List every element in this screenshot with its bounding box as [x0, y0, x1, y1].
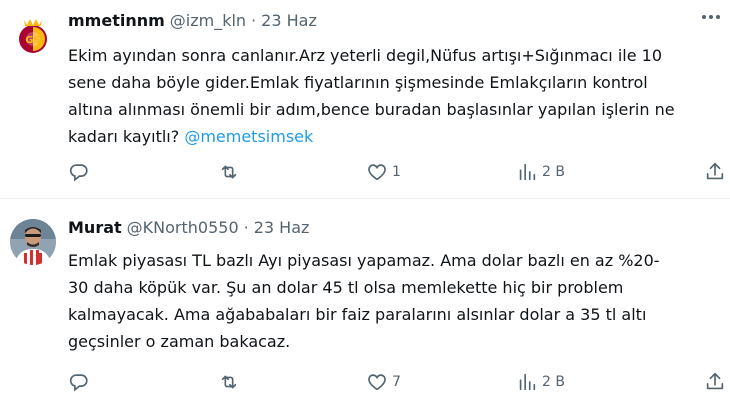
- tweet-text-line: Emlak piyasası TL bazlı Ayı piyasası yap…: [68, 251, 660, 270]
- tweet[interactable]: GS mmetinnm @izm_kln · 23 Haz Ekim ayınd…: [0, 0, 730, 198]
- views-icon: [519, 373, 536, 391]
- tweet-text-line: kalmayacak. Ama ağababaları bir faiz par…: [68, 305, 647, 324]
- like-count: 1: [392, 164, 401, 180]
- tweet-text: Ekim ayından sonra canlanır.Arz yeterli …: [68, 42, 720, 150]
- like-button[interactable]: 1: [366, 161, 401, 183]
- like-icon: [368, 164, 386, 181]
- views-button[interactable]: 2 B: [516, 371, 565, 393]
- tweet-text-line: geçsinler o zaman bakacaz.: [68, 332, 291, 351]
- avatar[interactable]: GS: [10, 12, 56, 58]
- avatar[interactable]: [10, 219, 56, 265]
- tweet-text-line: altına alınması önemli bir adım,bence bu…: [68, 100, 675, 119]
- retweet-icon: [221, 165, 237, 179]
- share-icon: [706, 162, 724, 180]
- retweet-button[interactable]: [218, 371, 244, 393]
- more-options-icon[interactable]: [702, 15, 720, 19]
- user-photo-icon: [10, 219, 56, 265]
- tweet-header: mmetinnm @izm_kln · 23 Haz: [68, 11, 317, 30]
- galatasaray-logo-icon: GS: [10, 12, 56, 58]
- like-icon: [368, 374, 386, 391]
- view-count: 2 B: [542, 374, 565, 390]
- separator-dot: ·: [243, 218, 249, 237]
- mention-link[interactable]: @memetsimsek: [184, 127, 313, 146]
- tweet-text-line: sene daha böyle gider.Emlak fiyatlarının…: [68, 73, 648, 92]
- tweet[interactable]: Murat @KNorth0550 · 23 Haz Emlak piyasas…: [0, 199, 730, 420]
- retweet-icon: [221, 375, 237, 389]
- tweet-text-line: Ekim ayından sonra canlanır.Arz yeterli …: [68, 46, 663, 65]
- reply-icon: [69, 164, 88, 182]
- user-handle[interactable]: @KNorth0550: [127, 218, 239, 237]
- tweet-date[interactable]: 23 Haz: [261, 11, 317, 30]
- retweet-button[interactable]: [218, 161, 244, 183]
- share-button[interactable]: [704, 161, 726, 183]
- share-icon: [706, 372, 724, 390]
- view-count: 2 B: [542, 164, 565, 180]
- tweet-actions: 1 2 B: [68, 161, 728, 185]
- tweet-text: Emlak piyasası TL bazlı Ayı piyasası yap…: [68, 247, 720, 355]
- tweet-text-line: 30 daha köpük var. Şu an dolar 45 tl ols…: [68, 278, 624, 297]
- like-count: 7: [392, 374, 401, 390]
- tweet-text-fragment: kadarı kayıtlı?: [68, 127, 185, 146]
- share-button[interactable]: [704, 371, 726, 393]
- reply-button[interactable]: [68, 371, 94, 393]
- like-button[interactable]: 7: [366, 371, 401, 393]
- tweet-text-line-last: kadarı kayıtlı? @memetsimsek: [68, 123, 720, 150]
- display-name[interactable]: mmetinnm: [68, 11, 165, 30]
- user-handle[interactable]: @izm_kln: [170, 11, 246, 30]
- views-icon: [519, 163, 536, 181]
- reply-icon: [69, 374, 88, 392]
- reply-button[interactable]: [68, 161, 94, 183]
- svg-text:GS: GS: [25, 35, 40, 46]
- tweet-actions: 7 2 B: [68, 371, 728, 395]
- display-name[interactable]: Murat: [68, 218, 122, 237]
- separator-dot: ·: [251, 11, 257, 30]
- tweet-header: Murat @KNorth0550 · 23 Haz: [68, 218, 309, 237]
- views-button[interactable]: 2 B: [516, 161, 565, 183]
- tweet-date[interactable]: 23 Haz: [254, 218, 310, 237]
